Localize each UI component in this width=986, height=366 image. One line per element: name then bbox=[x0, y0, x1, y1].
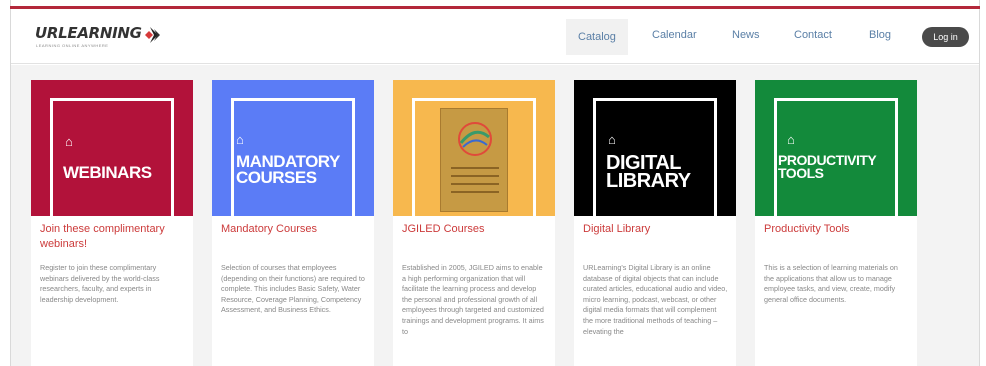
jgiled-logo-icon bbox=[451, 122, 499, 193]
card-description: Selection of courses that employees (dep… bbox=[221, 263, 365, 315]
home-icon: ⌂ bbox=[65, 134, 73, 149]
course-card-digital-library[interactable]: ⌂ DIGITAL LIBRARY Digital Library URLear… bbox=[574, 80, 736, 366]
course-card-webinars[interactable]: ⌂ WEBINARS Join these complimentary webi… bbox=[31, 80, 193, 366]
productivity-banner[interactable]: ⌂ PRODUCTIVITY TOOLS bbox=[755, 80, 917, 216]
jgiled-emblem bbox=[440, 108, 508, 212]
banner-label-line2: TOOLS bbox=[778, 165, 824, 181]
nav-news[interactable]: News bbox=[732, 29, 760, 41]
banner-frame bbox=[50, 98, 174, 216]
site-logo[interactable]: URLEARNING LEARNING ONLINE ANYWHERE bbox=[35, 24, 160, 52]
course-card-productivity[interactable]: ⌂ PRODUCTIVITY TOOLS Productivity Tools … bbox=[755, 80, 917, 366]
card-title[interactable]: Join these complimentary webinars! bbox=[40, 222, 188, 252]
login-button[interactable]: Log in bbox=[922, 27, 969, 47]
card-description: This is a selection of learning material… bbox=[764, 263, 898, 304]
card-description: Established in 2005, JGILED aims to enab… bbox=[402, 263, 544, 336]
home-icon: ⌂ bbox=[787, 132, 795, 147]
card-description: Register to join these complimentary web… bbox=[40, 263, 160, 304]
site-header: URLEARNING LEARNING ONLINE ANYWHERE Cata… bbox=[11, 9, 979, 64]
banner-label-line2: COURSES bbox=[236, 168, 317, 187]
diamond-arrow-icon bbox=[145, 27, 160, 43]
digital-library-banner[interactable]: ⌂ DIGITAL LIBRARY bbox=[574, 80, 736, 216]
banner-label: WEBINARS bbox=[63, 163, 152, 182]
home-icon: ⌂ bbox=[236, 132, 244, 147]
banner-label-line1: MANDATORY bbox=[236, 152, 340, 171]
nav-calendar[interactable]: Calendar bbox=[652, 29, 697, 41]
nav-catalog[interactable]: Catalog bbox=[566, 19, 628, 55]
mandatory-banner[interactable]: ⌂ MANDATORY COURSES bbox=[212, 80, 374, 216]
webinars-banner[interactable]: ⌂ WEBINARS bbox=[31, 80, 193, 216]
card-title[interactable]: Digital Library bbox=[583, 222, 731, 237]
card-description: URLearning's Digital Library is an onlin… bbox=[583, 263, 728, 336]
frame-right-border bbox=[979, 0, 980, 366]
banner-label-line2: LIBRARY bbox=[606, 170, 691, 192]
course-card-jgiled[interactable]: JGILED Courses Established in 2005, JGIL… bbox=[393, 80, 555, 366]
nav-blog[interactable]: Blog bbox=[869, 29, 891, 41]
jgiled-banner[interactable] bbox=[393, 80, 555, 216]
logo-text: URLEARNING bbox=[35, 24, 142, 42]
card-title[interactable]: Productivity Tools bbox=[764, 222, 912, 237]
nav-contact[interactable]: Contact bbox=[794, 29, 832, 41]
home-icon: ⌂ bbox=[608, 132, 616, 147]
logo-subtitle: LEARNING ONLINE ANYWHERE bbox=[36, 43, 109, 48]
card-title[interactable]: JGILED Courses bbox=[402, 222, 550, 237]
course-card-mandatory[interactable]: ⌂ MANDATORY COURSES Mandatory Courses Se… bbox=[212, 80, 374, 366]
card-title[interactable]: Mandatory Courses bbox=[221, 222, 369, 237]
